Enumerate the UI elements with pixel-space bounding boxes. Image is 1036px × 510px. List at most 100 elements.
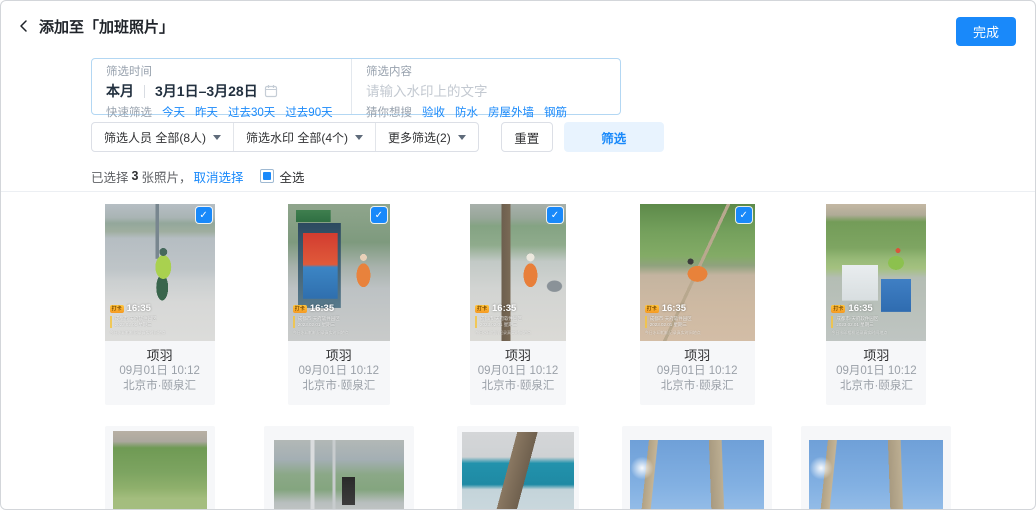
watermark-time: 16:35 <box>662 303 686 314</box>
photo-card[interactable] <box>622 426 772 510</box>
photo-thumbnail[interactable]: 打卡16:35 成都市·天府软件园区2023.02.01 星期三 今日水印相机记… <box>288 204 390 341</box>
suggestion-link[interactable]: 防水 <box>455 104 478 120</box>
photo-location: 北京市·颐泉汇 <box>105 379 215 395</box>
content-filter-label: 筛选内容 <box>366 65 606 80</box>
photo-card[interactable]: 打卡16:35 成都市·天府软件园区2023.02.01 星期三 今日水印相机记… <box>470 204 566 405</box>
photo-author: 项羽 <box>288 348 390 364</box>
chevron-down-icon <box>355 135 363 140</box>
photo-thumbnail[interactable]: 打卡16:35 成都市·天府软件园区2023.02.01 星期三 今日水印相机记… <box>640 204 755 341</box>
quick-filter-yesterday[interactable]: 昨天 <box>195 104 218 120</box>
photo-author: 项羽 <box>105 348 215 364</box>
person-filter-dropdown[interactable]: 筛选人员 全部(8人) <box>92 123 233 151</box>
photo-thumbnail[interactable] <box>809 440 943 510</box>
photo-datetime: 09月01日 10:12 <box>470 364 566 380</box>
photo-location: 北京市·颐泉汇 <box>470 379 566 395</box>
quick-filter-past90[interactable]: 过去90天 <box>285 104 332 120</box>
watermark-filter-dropdown[interactable]: 筛选水印 全部(4个) <box>233 123 375 151</box>
photo-watermark: 打卡16:35 成都市·天府软件园区2023.02.01 星期三 今日水印相机记… <box>475 303 531 336</box>
chevron-down-icon <box>213 135 221 140</box>
watermark-badge: 打卡 <box>293 305 307 313</box>
suggest-label: 猜你想搜 <box>366 104 412 120</box>
done-button[interactable]: 完成 <box>956 17 1016 46</box>
photo-location: 北京市·颐泉汇 <box>826 379 926 395</box>
back-button[interactable] <box>15 17 33 35</box>
watermark-time: 16:35 <box>848 303 872 314</box>
suggestion-link[interactable]: 钢筋 <box>544 104 567 120</box>
selected-checkmark-icon[interactable]: ✓ <box>736 207 752 223</box>
divider <box>1 191 1035 192</box>
watermark-time: 16:35 <box>310 303 334 314</box>
filter-bar: 筛选人员 全部(8人) 筛选水印 全部(4个) 更多筛选(2) 重置 筛选 <box>91 122 664 152</box>
apply-filter-button[interactable]: 筛选 <box>564 122 664 152</box>
chevron-left-icon <box>17 19 31 33</box>
date-range-picker[interactable]: 本月 3月1日–3月28日 <box>106 81 337 101</box>
photo-card[interactable]: 打卡16:35 成都市·天府软件园区2023.02.01 星期三 今日水印相机记… <box>640 204 755 405</box>
watermark-text-input[interactable] <box>366 81 606 101</box>
current-period[interactable]: 本月 <box>106 81 134 101</box>
quick-filter-label: 快速筛选 <box>106 104 152 120</box>
watermark-badge: 打卡 <box>831 305 845 313</box>
photo-thumbnail[interactable]: 打卡16:35 成都市·天府软件园区2023.02.01 星期三 今日水印相机记… <box>826 204 926 341</box>
watermark-time: 16:35 <box>127 303 151 314</box>
photo-card[interactable] <box>457 426 579 510</box>
photo-datetime: 09月01日 10:12 <box>288 364 390 380</box>
photo-author: 项羽 <box>640 348 755 364</box>
reset-button[interactable]: 重置 <box>501 122 553 152</box>
photo-location: 北京市·颐泉汇 <box>288 379 390 395</box>
photo-thumbnail[interactable] <box>113 431 207 510</box>
date-range-value[interactable]: 3月1日–3月28日 <box>155 81 258 101</box>
photo-thumbnail[interactable] <box>462 432 574 510</box>
calendar-icon[interactable] <box>264 84 278 98</box>
photo-datetime: 09月01日 10:12 <box>826 364 926 380</box>
divider <box>144 85 145 98</box>
photo-card[interactable] <box>264 426 414 510</box>
photo-watermark: 打卡16:35 成都市·天府软件园区2023.02.01 星期三 今日水印相机记… <box>293 303 349 336</box>
photo-card[interactable]: 打卡16:35 成都市·天府软件园区2023.02.01 星期三 今日水印相机记… <box>826 204 926 405</box>
photo-datetime: 09月01日 10:12 <box>640 364 755 380</box>
select-all-label: 全选 <box>280 167 305 186</box>
watermark-time: 16:35 <box>492 303 516 314</box>
selection-bar: 已选择 3 张照片， 取消选择 全选 <box>91 167 305 185</box>
dropdown-group: 筛选人员 全部(8人) 筛选水印 全部(4个) 更多筛选(2) <box>91 122 479 152</box>
photo-thumbnail[interactable] <box>630 440 764 510</box>
suggestion-link[interactable]: 房屋外墙 <box>488 104 534 120</box>
photo-datetime: 09月01日 10:12 <box>105 364 215 380</box>
photo-card[interactable] <box>801 426 951 510</box>
page-title: 添加至「加班照片」 <box>39 16 174 37</box>
content-filter-section: 筛选内容 猜你想搜 验收 防水 房屋外墙 钢筋 <box>351 59 620 114</box>
chevron-down-icon <box>458 135 466 140</box>
selected-prefix: 已选择 <box>91 167 129 186</box>
photo-author: 项羽 <box>470 348 566 364</box>
photo-author: 项羽 <box>826 348 926 364</box>
photo-grid-row: 打卡16:35 成都市·天府软件园区2023.02.01 星期三 今日水印相机记… <box>1 204 1035 405</box>
photo-location: 北京市·颐泉汇 <box>640 379 755 395</box>
watermark-badge: 打卡 <box>645 305 659 313</box>
photo-card[interactable] <box>105 426 215 510</box>
selected-checkmark-icon[interactable]: ✓ <box>547 207 563 223</box>
watermark-badge: 打卡 <box>110 305 124 313</box>
time-filter-label: 筛选时间 <box>106 65 337 80</box>
quick-filter-today[interactable]: 今天 <box>162 104 185 120</box>
photo-thumbnail[interactable]: 打卡16:35 成都市·天府软件园区2023.02.01 星期三 今日水印相机记… <box>105 204 215 341</box>
photo-grid-row <box>1 426 1035 510</box>
photo-card[interactable]: 打卡16:35 成都市·天府软件园区2023.02.01 星期三 今日水印相机记… <box>288 204 390 405</box>
photo-watermark: 打卡16:35 成都市·天府软件园区2023.02.01 星期三 今日水印相机记… <box>831 303 887 336</box>
add-to-album-page: 添加至「加班照片」 完成 筛选时间 本月 3月1日–3月28日 快速筛选 今天 … <box>0 0 1036 510</box>
more-filters-dropdown[interactable]: 更多筛选(2) <box>375 123 478 151</box>
time-filter-section: 筛选时间 本月 3月1日–3月28日 快速筛选 今天 昨天 过去30天 过去90… <box>92 59 351 114</box>
photo-thumbnail[interactable]: 打卡16:35 成都市·天府软件园区2023.02.01 星期三 今日水印相机记… <box>470 204 566 341</box>
suggestion-link[interactable]: 验收 <box>422 104 445 120</box>
indeterminate-mark <box>263 172 271 180</box>
photo-watermark: 打卡16:35 成都市·天府软件园区2023.02.01 星期三 今日水印相机记… <box>645 303 701 336</box>
selected-suffix: 张照片， <box>141 167 191 186</box>
quick-filter-past30[interactable]: 过去30天 <box>228 104 275 120</box>
photo-thumbnail[interactable] <box>274 440 404 510</box>
select-all-checkbox[interactable] <box>260 169 274 183</box>
selected-checkmark-icon[interactable]: ✓ <box>196 207 212 223</box>
photo-watermark: 打卡16:35 成都市·天府软件园区2023.02.01 星期三 今日水印相机记… <box>110 303 166 336</box>
filter-panel: 筛选时间 本月 3月1日–3月28日 快速筛选 今天 昨天 过去30天 过去90… <box>91 58 621 115</box>
selected-count: 3 <box>132 169 139 183</box>
deselect-link[interactable]: 取消选择 <box>193 167 243 186</box>
selected-checkmark-icon[interactable]: ✓ <box>371 207 387 223</box>
photo-card[interactable]: 打卡16:35 成都市·天府软件园区2023.02.01 星期三 今日水印相机记… <box>105 204 215 405</box>
